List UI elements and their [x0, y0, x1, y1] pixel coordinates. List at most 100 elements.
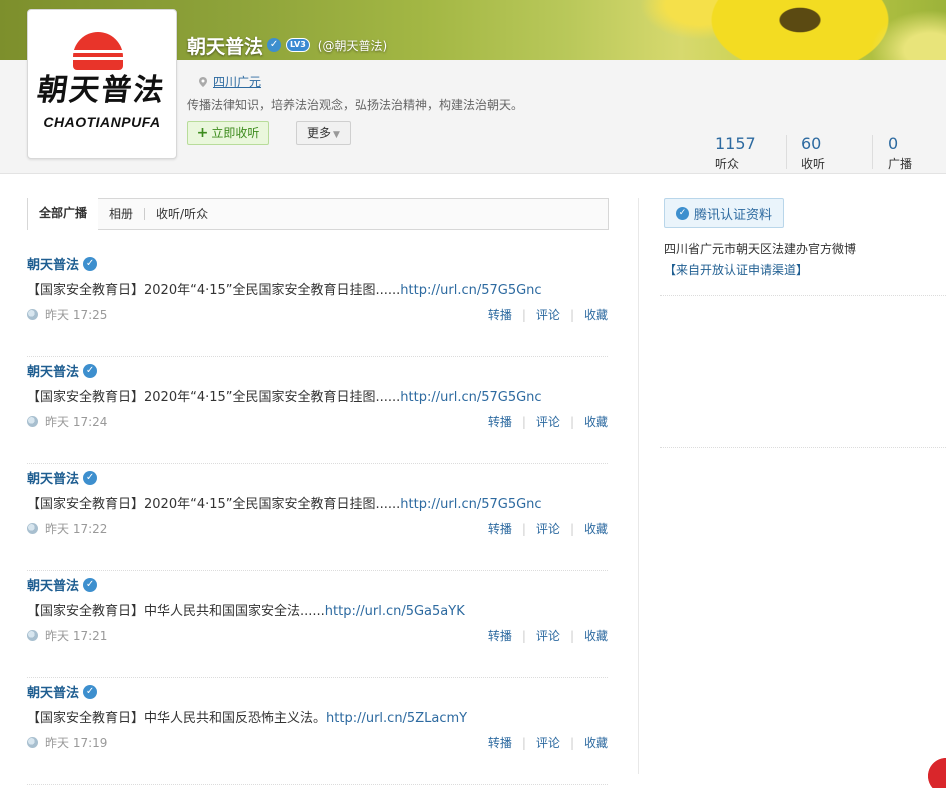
- tab-all-broadcasts[interactable]: 全部广播: [28, 198, 99, 232]
- comment-button[interactable]: 评论: [536, 413, 560, 430]
- action-divider: |: [569, 735, 574, 750]
- location-pin-icon: [199, 76, 207, 87]
- post-author: 朝天普法 ✓: [27, 468, 98, 487]
- repost-button[interactable]: 转播: [488, 520, 512, 537]
- post-body: 【国家安全教育日】中华人民共和国反恐怖主义法。: [27, 711, 327, 726]
- post-meta: 昨天 17:24: [27, 413, 107, 430]
- post-meta: 昨天 17:21: [27, 627, 107, 644]
- comment-button[interactable]: 评论: [536, 306, 560, 323]
- verification-info-button[interactable]: ✓ 腾讯认证资料: [664, 198, 784, 228]
- favorite-button[interactable]: 收藏: [584, 734, 608, 751]
- stat-label: 广播: [888, 157, 913, 171]
- action-divider: |: [521, 521, 526, 536]
- post-time[interactable]: 昨天 17:24: [45, 413, 107, 430]
- post-author-name[interactable]: 朝天普法: [27, 575, 79, 594]
- action-divider: |: [569, 628, 574, 643]
- post-link[interactable]: http://url.cn/57G5Gnc: [400, 497, 541, 512]
- verified-icon: ✓: [83, 470, 98, 485]
- post-text: 【国家安全教育日】中华人民共和国国家安全法......http://url.cn…: [27, 600, 465, 619]
- action-divider: |: [521, 414, 526, 429]
- stat-broadcasts[interactable]: 0 广播: [888, 134, 912, 172]
- post-time[interactable]: 昨天 17:22: [45, 520, 107, 537]
- verified-icon: ✓: [83, 363, 98, 378]
- post-author-name[interactable]: 朝天普法: [27, 254, 79, 273]
- post-meta: 昨天 17:19: [27, 734, 107, 751]
- verified-icon: ✓: [267, 38, 282, 52]
- avatar-logo-stripe: [68, 50, 130, 53]
- favorite-button[interactable]: 收藏: [584, 413, 608, 430]
- favorite-button[interactable]: 收藏: [584, 627, 608, 644]
- favorite-button[interactable]: 收藏: [584, 520, 608, 537]
- comment-button[interactable]: 评论: [536, 627, 560, 644]
- level-badge[interactable]: LV3: [286, 38, 310, 52]
- favorite-button[interactable]: 收藏: [584, 306, 608, 323]
- avatar-title: 朝天普法: [35, 73, 168, 108]
- column-divider: [638, 198, 639, 774]
- repost-button[interactable]: 转播: [488, 413, 512, 430]
- follow-button-label: 立即收听: [211, 126, 260, 140]
- post-actions: 转播 | 评论 | 收藏: [488, 520, 608, 537]
- action-divider: |: [521, 628, 526, 643]
- sidebar-divider: [660, 295, 946, 296]
- post-text: 【国家安全教育日】中华人民共和国反恐怖主义法。http://url.cn/5ZL…: [27, 707, 467, 726]
- comment-button[interactable]: 评论: [536, 734, 560, 751]
- post-link[interactable]: http://url.cn/5ZLacmY: [326, 711, 467, 726]
- action-divider: |: [569, 521, 574, 536]
- post-link[interactable]: http://url.cn/57G5Gnc: [400, 283, 541, 298]
- verified-icon: ✓: [83, 256, 98, 271]
- verification-button-label: 腾讯认证资料: [693, 207, 772, 223]
- verified-icon: ✓: [83, 684, 98, 699]
- stat-label: 听众: [715, 157, 740, 171]
- follow-button[interactable]: + 立即收听: [187, 121, 269, 145]
- post-body: 【国家安全教育日】中华人民共和国国家安全法......: [27, 604, 325, 619]
- globe-icon: [27, 523, 38, 534]
- globe-icon: [27, 630, 38, 641]
- post-time[interactable]: 昨天 17:21: [45, 627, 107, 644]
- feed-post: 朝天普法 ✓ 【国家安全教育日】中华人民共和国反恐怖主义法。http://url…: [27, 678, 608, 785]
- stat-value: 1157: [715, 134, 756, 153]
- post-author-name[interactable]: 朝天普法: [27, 361, 79, 380]
- repost-button[interactable]: 转播: [488, 734, 512, 751]
- post-author: 朝天普法 ✓: [27, 254, 98, 273]
- location-link[interactable]: 四川广元: [213, 73, 261, 90]
- post-body: 【国家安全教育日】2020年“4·15”全民国家安全教育日挂图......: [27, 283, 401, 298]
- post-link[interactable]: http://url.cn/5Ga5aYK: [325, 604, 465, 619]
- profile-tabs: 全部广播 相册 收听/听众: [27, 198, 609, 232]
- post-actions: 转播 | 评论 | 收藏: [488, 306, 608, 323]
- post-author-name[interactable]: 朝天普法: [27, 468, 79, 487]
- stat-divider: [872, 135, 873, 169]
- sidebar-divider: [660, 447, 946, 448]
- post-author-name[interactable]: 朝天普法: [27, 682, 79, 701]
- stat-listeners[interactable]: 1157 听众: [715, 134, 756, 172]
- post-text: 【国家安全教育日】2020年“4·15”全民国家安全教育日挂图......htt…: [27, 493, 542, 512]
- avatar[interactable]: 朝天普法 CHAOTIANPUFA: [27, 9, 177, 159]
- stat-following[interactable]: 60 收听: [801, 134, 825, 172]
- post-time[interactable]: 昨天 17:25: [45, 306, 107, 323]
- verification-source-link[interactable]: 【来自开放认证申请渠道】: [664, 261, 808, 278]
- post-text: 【国家安全教育日】2020年“4·15”全民国家安全教育日挂图......htt…: [27, 386, 542, 405]
- profile-name[interactable]: 朝天普法: [187, 32, 263, 59]
- profile-location[interactable]: 四川广元: [199, 73, 261, 90]
- more-button[interactable]: 更多 ▼: [296, 121, 351, 145]
- post-link[interactable]: http://url.cn/57G5Gnc: [400, 390, 541, 405]
- post-time[interactable]: 昨天 17:19: [45, 734, 107, 751]
- tab-listen-listeners[interactable]: 收听/听众: [145, 199, 219, 229]
- action-divider: |: [521, 307, 526, 322]
- avatar-logo-stripe: [70, 57, 128, 60]
- repost-button[interactable]: 转播: [488, 627, 512, 644]
- post-actions: 转播 | 评论 | 收藏: [488, 627, 608, 644]
- more-button-label: 更多: [307, 126, 332, 140]
- comment-button[interactable]: 评论: [536, 520, 560, 537]
- post-actions: 转播 | 评论 | 收藏: [488, 734, 608, 751]
- broadcast-feed: 朝天普法 ✓ 【国家安全教育日】2020年“4·15”全民国家安全教育日挂图..…: [27, 250, 608, 785]
- post-text: 【国家安全教育日】2020年“4·15”全民国家安全教育日挂图......htt…: [27, 279, 542, 298]
- stat-divider: [786, 135, 787, 169]
- repost-button[interactable]: 转播: [488, 306, 512, 323]
- stat-value: 0: [888, 134, 899, 153]
- profile-bio: 传播法律知识，培养法治观念，弘扬法治精神，构建法治朝天。: [187, 98, 524, 112]
- action-divider: |: [569, 307, 574, 322]
- post-meta: 昨天 17:22: [27, 520, 107, 537]
- verified-icon: ✓: [675, 206, 689, 220]
- tab-album[interactable]: 相册: [98, 199, 144, 229]
- post-body: 【国家安全教育日】2020年“4·15”全民国家安全教育日挂图......: [27, 497, 401, 512]
